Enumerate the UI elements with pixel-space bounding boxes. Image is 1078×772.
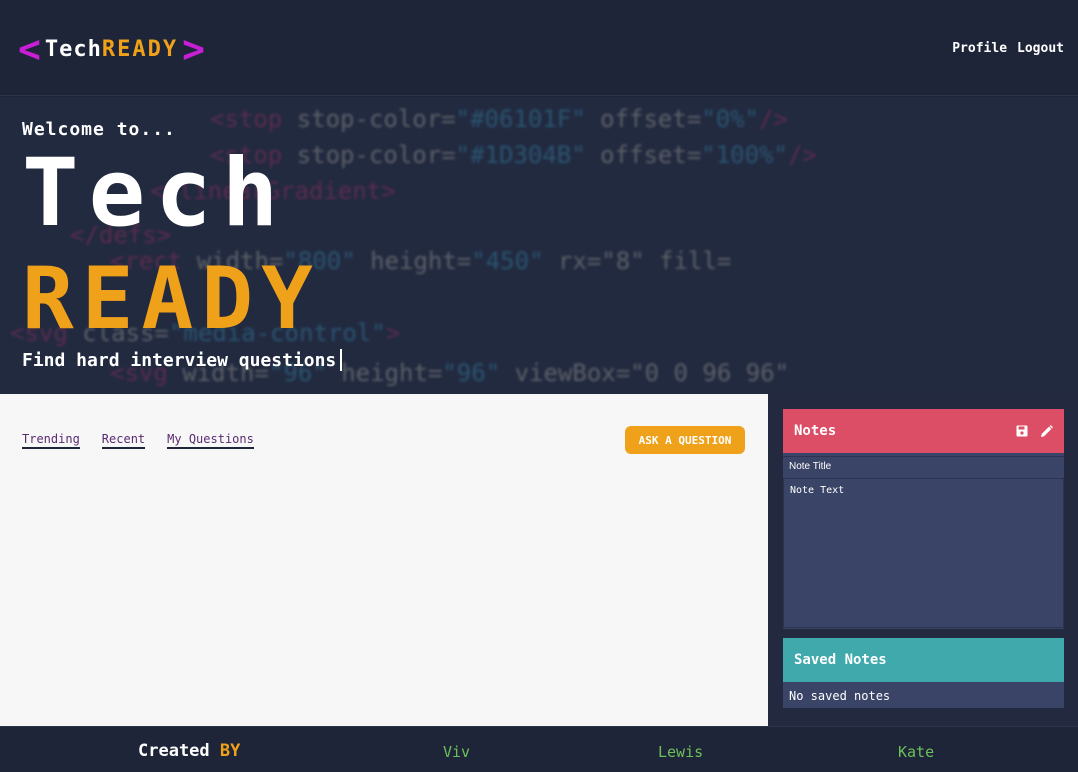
note-text-input[interactable] bbox=[783, 478, 1064, 628]
note-title-input[interactable] bbox=[783, 456, 1064, 476]
hero-title-ready: READY bbox=[22, 249, 321, 349]
tab-recent[interactable]: Recent bbox=[101, 432, 146, 449]
question-tabs: Trending Recent My Questions bbox=[22, 432, 254, 449]
nav-links: Profile Logout bbox=[952, 41, 1064, 56]
footer-created-label: Created bbox=[138, 741, 210, 761]
logo-open-bracket: < bbox=[18, 27, 41, 71]
save-icon[interactable] bbox=[1016, 425, 1028, 437]
logout-link[interactable]: Logout bbox=[1017, 41, 1064, 56]
hero-banner: <stop stop-color="#06101F" offset="0%"/>… bbox=[0, 97, 1078, 394]
author-link-kate[interactable]: Kate bbox=[898, 743, 934, 761]
pencil-icon[interactable] bbox=[1040, 424, 1053, 438]
saved-notes-card: Saved Notes No saved notes bbox=[783, 638, 1064, 708]
code-line: <stop stop-color="#1D304B" offset="100%"… bbox=[210, 141, 817, 169]
notes-title: Notes bbox=[794, 423, 837, 439]
saved-notes-empty: No saved notes bbox=[789, 689, 891, 703]
logo-ready: READY bbox=[101, 36, 179, 62]
ask-question-button[interactable]: ASK A QUESTION bbox=[625, 426, 745, 454]
tab-my-questions[interactable]: My Questions bbox=[167, 432, 254, 449]
logo-tech: Tech bbox=[44, 36, 102, 62]
hero-welcome: Welcome to... bbox=[22, 119, 176, 140]
logo[interactable]: < Tech READY > bbox=[18, 27, 205, 71]
code-line: <stop stop-color="#06101F" offset="0%"/> bbox=[210, 105, 788, 133]
tab-trending[interactable]: Trending bbox=[22, 432, 80, 449]
footer-by-label: BY bbox=[219, 741, 241, 761]
top-navbar: < Tech READY > Profile Logout bbox=[0, 0, 1078, 96]
profile-link[interactable]: Profile bbox=[952, 41, 1007, 56]
hero-tagline-text: Find hard interview questions bbox=[22, 349, 337, 371]
questions-panel: Trending Recent My Questions ASK A QUEST… bbox=[0, 394, 768, 726]
author-link-viv[interactable]: Viv bbox=[443, 743, 470, 761]
footer: Created BY Viv Lewis Kate bbox=[0, 726, 1078, 772]
saved-notes-header: Saved Notes bbox=[783, 638, 1064, 682]
notes-card: Notes bbox=[783, 409, 1064, 629]
hero-tagline: Find hard interview questions bbox=[22, 349, 343, 371]
notes-header: Notes bbox=[783, 409, 1064, 453]
footer-credits: Created BY bbox=[138, 741, 240, 761]
hero-title-tech: Tech bbox=[22, 139, 289, 248]
logo-close-bracket: > bbox=[182, 27, 205, 71]
notes-actions bbox=[1016, 424, 1053, 438]
notes-sidebar: Notes Sav bbox=[768, 394, 1078, 726]
saved-notes-title: Saved Notes bbox=[794, 652, 887, 668]
typing-cursor bbox=[340, 349, 343, 371]
author-link-lewis[interactable]: Lewis bbox=[658, 743, 703, 761]
